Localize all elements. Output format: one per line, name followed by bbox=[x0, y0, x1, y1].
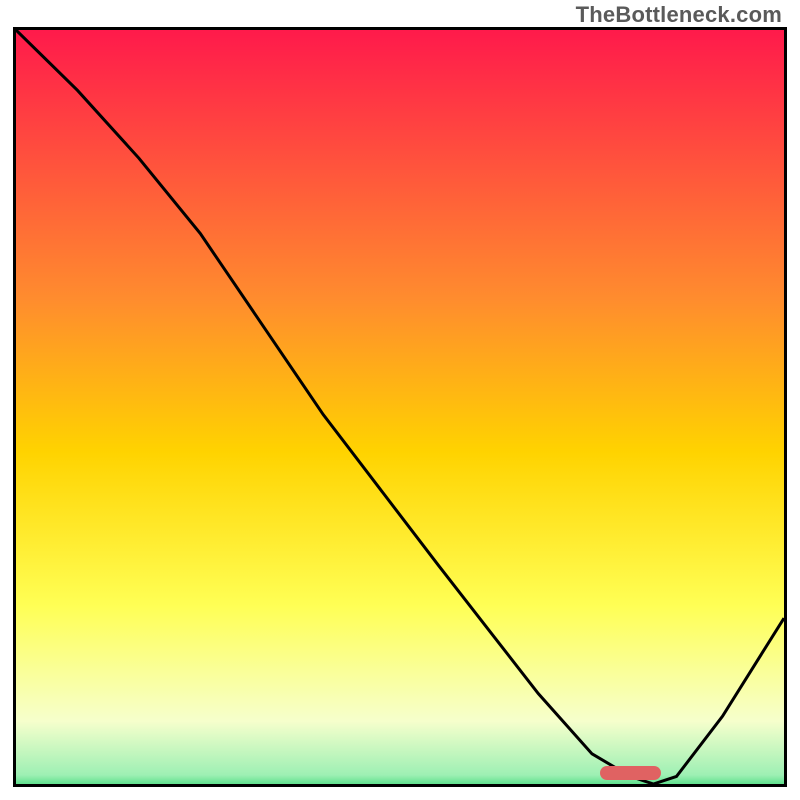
watermark-label: TheBottleneck.com bbox=[576, 2, 782, 28]
chart-root: TheBottleneck.com bbox=[0, 0, 800, 800]
bottleneck-curve bbox=[16, 30, 784, 784]
plot-area bbox=[13, 27, 787, 787]
optimal-range-marker bbox=[600, 766, 661, 780]
curve-layer bbox=[16, 30, 784, 784]
